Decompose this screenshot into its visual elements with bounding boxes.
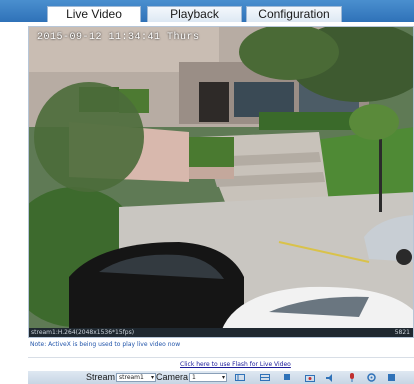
tab-playback[interactable]: Playback: [147, 6, 242, 22]
camera-label: Camera: [156, 372, 189, 382]
mic-icon[interactable]: [346, 373, 357, 382]
camera-select-value: 1: [192, 374, 196, 381]
top-navigation-bar: Live Video Playback Configuration: [0, 0, 414, 22]
bitrate-text: 5821: [394, 329, 410, 336]
layout-icon[interactable]: [259, 373, 270, 382]
osd-timestamp: 2015-09-12 11:34:41 Thurs: [37, 32, 200, 43]
snapshot-icon[interactable]: [304, 373, 315, 382]
tab-configuration[interactable]: Configuration: [246, 6, 342, 22]
camera-scene: [29, 27, 413, 337]
stream-select-value: stream1: [119, 374, 144, 381]
stop-icon[interactable]: [282, 373, 293, 382]
divider: [28, 357, 414, 358]
control-bar: Stream stream1 ▾ Camera 1 ▾: [28, 371, 414, 384]
chevron-down-icon: ▾: [150, 374, 154, 381]
stream-select[interactable]: stream1 ▾: [116, 373, 156, 382]
flash-link[interactable]: Click here to use Flash for Live Video: [180, 361, 291, 368]
activex-note: Note: ActiveX is being used to play live…: [30, 341, 181, 348]
stream-info-text: stream1:H.264(2048x1536*15fps): [31, 329, 135, 336]
speaker-icon[interactable]: [325, 373, 336, 382]
ptz-icon[interactable]: [234, 373, 245, 382]
record-icon[interactable]: [386, 373, 397, 382]
settings-icon[interactable]: [366, 373, 377, 382]
video-status-bar: stream1:H.264(2048x1536*15fps) 5821: [29, 328, 413, 337]
camera-select[interactable]: 1 ▾: [189, 373, 227, 382]
chevron-down-icon: ▾: [221, 374, 225, 381]
live-video-viewport[interactable]: 2015-09-12 11:34:41 Thurs stream1:H.264(…: [28, 26, 414, 338]
stream-label: Stream: [86, 372, 116, 382]
tab-live-video[interactable]: Live Video: [47, 6, 141, 22]
